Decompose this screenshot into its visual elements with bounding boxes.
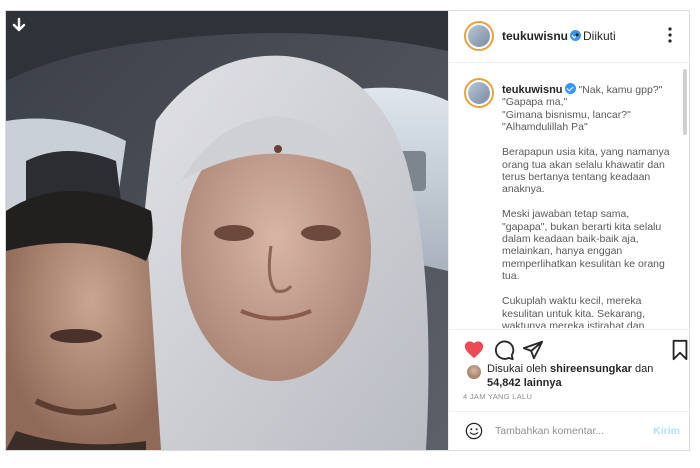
avatar[interactable]: [464, 21, 494, 51]
liked-by-line: Disukai oleh shireensungkar dan: [487, 363, 653, 375]
selfie-image: [6, 11, 448, 450]
liked-by-user-link[interactable]: shireensungkar: [550, 363, 632, 375]
bookmark-icon[interactable]: [669, 339, 691, 361]
post-side-panel: teukuwisnu • Diikuti teukuwisnu "Nak, ka…: [448, 11, 691, 450]
username-link[interactable]: teukuwisnu: [502, 29, 582, 43]
heart-icon[interactable]: [463, 339, 485, 361]
separator-dot: •: [575, 28, 580, 42]
caption-username-text: teukuwisnu: [502, 84, 563, 96]
caption-paragraph: Berapapun usia kita, yang namanya orang …: [502, 146, 670, 196]
post-header: teukuwisnu • Diikuti: [449, 11, 690, 63]
more-dots-icon[interactable]: [660, 25, 680, 45]
comment-bubble-icon[interactable]: [493, 339, 515, 361]
liked-by-prefix: Disukai oleh: [487, 363, 547, 375]
caption-text: teukuwisnu "Nak, kamu gpp?" "Gapapa ma,"…: [502, 83, 677, 328]
likes-others: lainnya: [523, 377, 562, 389]
caption-area: teukuwisnu "Nak, kamu gpp?" "Gapapa ma,"…: [449, 64, 679, 328]
comment-input[interactable]: [495, 420, 645, 442]
likes-count: 54,842: [487, 377, 521, 389]
caption-line: "Nak, kamu gpp?": [578, 84, 663, 96]
liked-by-and: dan: [634, 363, 654, 375]
caption-scrollbar[interactable]: [683, 69, 687, 135]
follow-status-button[interactable]: Diikuti: [583, 29, 616, 43]
username-text: teukuwisnu: [502, 29, 569, 43]
caption-line: "Gapapa ma,": [502, 96, 568, 109]
post-photo[interactable]: [6, 11, 448, 450]
verified-badge-icon: [564, 83, 576, 94]
caption-line: "Alhamdulillah Pa": [502, 121, 588, 134]
caption-paragraph: Cukuplah waktu kecil, mereka kesulitan u…: [502, 295, 646, 328]
caption-avatar[interactable]: [464, 78, 494, 108]
download-arrow-icon[interactable]: [10, 17, 28, 35]
caption-line: "Gimana bisnismu, lancar?": [502, 108, 631, 121]
likes-count-line[interactable]: 54,842 lainnya: [487, 377, 562, 389]
send-comment-button[interactable]: Kirim: [653, 425, 680, 437]
caption-username[interactable]: teukuwisnu: [502, 83, 576, 96]
liker-avatar[interactable]: [467, 365, 481, 379]
paper-plane-icon[interactable]: [522, 339, 544, 361]
post-timestamp[interactable]: 4 JAM YANG LALU: [463, 392, 532, 401]
instagram-post: teukuwisnu • Diikuti teukuwisnu "Nak, ka…: [5, 10, 690, 451]
likes-summary: Disukai oleh shireensungkar dan 54,842 l…: [463, 361, 683, 395]
caption-paragraph: Meski jawaban tetap sama, "gapapa", buka…: [502, 208, 665, 283]
add-comment-bar: Kirim: [449, 411, 690, 450]
smiley-icon[interactable]: [465, 422, 483, 440]
